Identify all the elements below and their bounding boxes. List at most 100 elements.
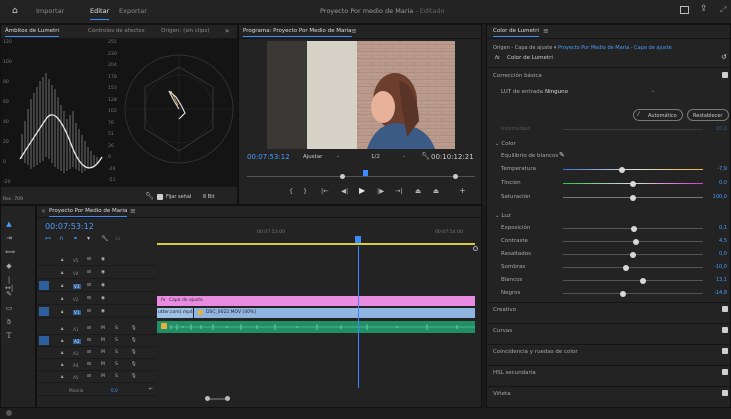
lock-icon[interactable]: 🔒︎ bbox=[61, 374, 63, 380]
track-header[interactable]: 🔒︎ V2 ⊟ ◉ bbox=[37, 293, 157, 305]
step-forward-icon[interactable]: |▶ bbox=[377, 187, 384, 195]
auto-button[interactable]: ⁄ Automático bbox=[633, 109, 683, 121]
wheels-toggle-checkbox[interactable] bbox=[722, 348, 728, 354]
mute-button[interactable]: M bbox=[101, 362, 105, 367]
mix-end-icon[interactable]: ⇤ bbox=[149, 387, 153, 392]
mute-button[interactable]: M bbox=[101, 350, 105, 355]
whites-knob[interactable] bbox=[639, 277, 646, 284]
solo-button[interactable]: S bbox=[115, 350, 118, 355]
shadows-slider[interactable] bbox=[563, 264, 703, 271]
source-patch[interactable] bbox=[39, 281, 49, 290]
reset-button[interactable]: Restablecer bbox=[687, 109, 729, 121]
highlights-knob[interactable] bbox=[630, 251, 636, 258]
sync-lock-icon[interactable]: ⊟ bbox=[87, 257, 91, 262]
share-icon[interactable]: ⇪ bbox=[700, 4, 708, 14]
tint-slider[interactable] bbox=[563, 180, 703, 187]
program-scrubber[interactable] bbox=[243, 166, 479, 180]
section-light[interactable]: ⌄ Luz bbox=[495, 213, 511, 219]
mic-icon[interactable]: 🎙︎ bbox=[131, 326, 137, 331]
settings-wrench-icon[interactable]: 🔧︎ bbox=[421, 152, 430, 160]
clip-audio-a1[interactable] bbox=[157, 321, 475, 333]
mic-icon[interactable]: 🎙︎ bbox=[131, 338, 137, 343]
timeline-timecode[interactable]: 00:07:53:12 bbox=[45, 222, 94, 231]
sync-lock-icon[interactable]: ⊟ bbox=[87, 326, 91, 331]
solo-button[interactable]: S bbox=[115, 362, 118, 367]
highlights-value[interactable]: 0,0 bbox=[705, 251, 727, 257]
temp-knob[interactable] bbox=[618, 166, 625, 173]
mark-in-icon[interactable]: { bbox=[289, 187, 293, 195]
whites-slider[interactable] bbox=[563, 277, 703, 284]
step-back-icon[interactable]: ◀| bbox=[341, 187, 348, 195]
wrench-icon[interactable]: 🔧︎ bbox=[145, 192, 154, 200]
sync-lock-icon[interactable]: ⊟ bbox=[87, 296, 91, 301]
bit-depth-select[interactable]: 8 Bit bbox=[203, 194, 215, 200]
tab-sequence[interactable]: Proyecto Por Medio de Maria bbox=[49, 208, 128, 217]
playhead-marker[interactable] bbox=[363, 170, 368, 176]
blacks-value[interactable]: -14,8 bbox=[705, 290, 727, 296]
contrast-knob[interactable] bbox=[632, 238, 639, 245]
lock-icon[interactable]: 🔒︎ bbox=[61, 326, 63, 332]
magnet-icon[interactable]: ∩ bbox=[59, 235, 63, 242]
zoom-knob-right[interactable] bbox=[453, 174, 458, 179]
fx-item[interactable]: Color de Lumetri bbox=[507, 55, 553, 61]
nav-edit[interactable]: Editar bbox=[90, 7, 110, 20]
section-curves[interactable]: Curvas bbox=[493, 328, 512, 334]
program-menu-icon[interactable]: ≡ bbox=[351, 27, 357, 35]
mix-track[interactable]: Mezcla 0,0 ⇤ bbox=[37, 384, 157, 396]
track-select-icon[interactable]: ⇥ bbox=[5, 234, 13, 242]
sat-knob[interactable] bbox=[630, 194, 636, 201]
track-header[interactable]: 🔒︎ V3 ⊟ ◉ bbox=[37, 280, 157, 292]
tab-lumetri-scopes[interactable]: Ámbitos de Lumetri bbox=[5, 28, 60, 37]
lock-icon[interactable]: 🔒︎ bbox=[61, 296, 63, 302]
exposure-knob[interactable] bbox=[631, 225, 638, 232]
curves-toggle-checkbox[interactable] bbox=[722, 327, 728, 333]
tab-source[interactable]: Origen: (sin clips) bbox=[161, 28, 209, 34]
sync-lock-icon[interactable]: ⊟ bbox=[87, 309, 91, 314]
quality-chevron-icon[interactable]: ⌄ bbox=[402, 153, 406, 159]
lock-icon[interactable]: 🔒︎ bbox=[61, 270, 63, 276]
ruler-playhead[interactable] bbox=[355, 236, 361, 243]
mic-icon[interactable]: 🎙︎ bbox=[131, 350, 137, 355]
section-basic[interactable]: Corrección básica bbox=[493, 73, 542, 79]
hand-icon[interactable]: ✋︎ bbox=[5, 318, 13, 326]
exposure-value[interactable]: 0,1 bbox=[705, 225, 727, 231]
lift-icon[interactable]: ⏏ bbox=[415, 187, 421, 195]
scroll-handle-left[interactable] bbox=[205, 396, 210, 401]
lock-icon[interactable]: 🔒︎ bbox=[61, 283, 63, 289]
button-editor-icon[interactable]: + bbox=[459, 186, 466, 195]
selection-tool-icon[interactable]: ▲ bbox=[5, 220, 13, 228]
intensity-slider[interactable] bbox=[563, 129, 703, 130]
sync-lock-icon[interactable]: ⊟ bbox=[87, 270, 91, 275]
program-timecode[interactable]: 00:07:53:12 bbox=[247, 153, 290, 161]
whites-value[interactable]: 13,1 bbox=[705, 277, 727, 283]
sync-lock-icon[interactable]: ⊟ bbox=[87, 283, 91, 288]
temp-slider[interactable] bbox=[563, 166, 703, 173]
mark-out-icon[interactable]: } bbox=[303, 187, 307, 195]
lock-icon[interactable]: 🔒︎ bbox=[61, 257, 63, 263]
track-header[interactable]: 🔒︎ V1 ⊟ ◉ bbox=[37, 306, 157, 318]
lock-icon[interactable]: 🔒︎ bbox=[61, 338, 63, 344]
slip-icon[interactable]: |↔| bbox=[5, 276, 13, 292]
go-to-in-icon[interactable]: |← bbox=[321, 187, 329, 195]
close-tab-icon[interactable]: × bbox=[41, 208, 46, 215]
timeline-scrollbar[interactable] bbox=[157, 394, 475, 404]
track-header[interactable]: 🔒︎ A1 ⊟ M S 🎙︎ bbox=[37, 323, 157, 335]
eye-icon[interactable]: ◉ bbox=[101, 309, 105, 314]
tint-knob[interactable] bbox=[630, 180, 636, 187]
track-header[interactable]: 🔒︎ A3 ⊟ M S 🎙︎ bbox=[37, 347, 157, 359]
scroll-handle-right[interactable] bbox=[225, 396, 230, 401]
rectangle-icon[interactable]: ▭ bbox=[5, 304, 13, 312]
section-wheels[interactable]: Coincidencia y ruedas de color bbox=[493, 349, 578, 355]
contrast-value[interactable]: 4,5 bbox=[705, 238, 727, 244]
eyedropper-icon[interactable]: ✎ bbox=[559, 151, 565, 159]
lumetri-menu-icon[interactable]: ≡ bbox=[543, 27, 549, 35]
tab-effect-controls[interactable]: Controles de efectos bbox=[88, 28, 145, 34]
lock-icon[interactable]: 🔒︎ bbox=[61, 350, 63, 356]
shadows-value[interactable]: -10,0 bbox=[705, 264, 727, 270]
track-header[interactable]: 🔒︎ A4 ⊟ M S 🎙︎ bbox=[37, 359, 157, 371]
lock-icon[interactable]: 🔒︎ bbox=[61, 362, 63, 368]
clip-v1-b[interactable]: DSC_0022.MOV [40%] bbox=[194, 308, 475, 318]
hsl-toggle-checkbox[interactable] bbox=[722, 369, 728, 375]
type-icon[interactable]: T bbox=[5, 332, 13, 340]
mic-icon[interactable]: 🎙︎ bbox=[131, 362, 137, 367]
